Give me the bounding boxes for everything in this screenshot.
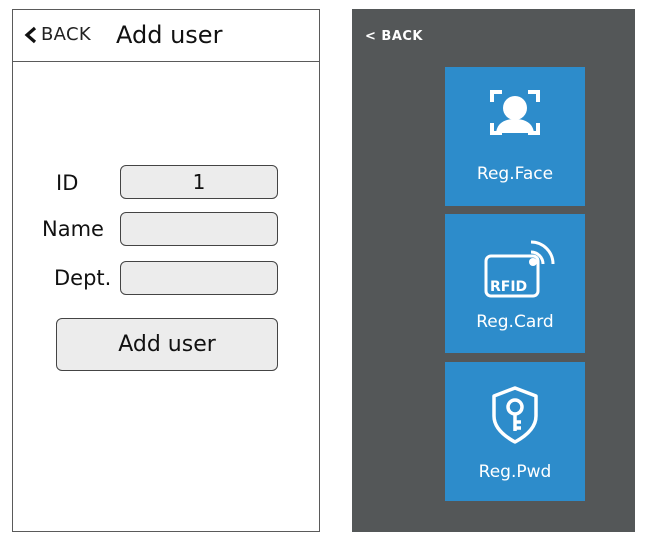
add-user-button[interactable]: Add user bbox=[56, 318, 278, 371]
register-menu-screen: < BACK Reg.Face RFID Reg.Card Reg.Pwd bbox=[352, 9, 635, 532]
back-button[interactable]: < BACK bbox=[365, 29, 423, 44]
face-scan-icon bbox=[490, 90, 540, 135]
dept-label: Dept. bbox=[54, 266, 112, 290]
shield-key-icon bbox=[492, 386, 538, 444]
dept-field[interactable] bbox=[120, 261, 278, 295]
id-label: ID bbox=[56, 171, 79, 195]
reg-card-tile[interactable]: RFID Reg.Card bbox=[445, 214, 585, 353]
reg-face-tile[interactable]: Reg.Face bbox=[445, 67, 585, 206]
name-label: Name bbox=[42, 217, 104, 241]
header-bar: BACK Add user bbox=[13, 10, 319, 62]
rfid-card-icon: RFID bbox=[484, 240, 555, 298]
back-label: BACK bbox=[41, 24, 91, 45]
reg-pwd-tile[interactable]: Reg.Pwd bbox=[445, 362, 585, 501]
chevron-left-icon bbox=[24, 26, 38, 44]
reg-face-label: Reg.Face bbox=[476, 164, 554, 184]
reg-card-label: Reg.Card bbox=[476, 312, 554, 332]
rfid-icon-text: RFID bbox=[490, 279, 527, 295]
reg-pwd-label: Reg.Pwd bbox=[478, 462, 552, 482]
page-title: Add user bbox=[116, 21, 223, 49]
id-field[interactable]: 1 bbox=[120, 165, 278, 199]
add-user-screen: BACK Add user ID 1 Name Dept. Add user bbox=[12, 9, 320, 532]
back-button[interactable]: BACK bbox=[24, 24, 91, 45]
name-field[interactable] bbox=[120, 212, 278, 246]
